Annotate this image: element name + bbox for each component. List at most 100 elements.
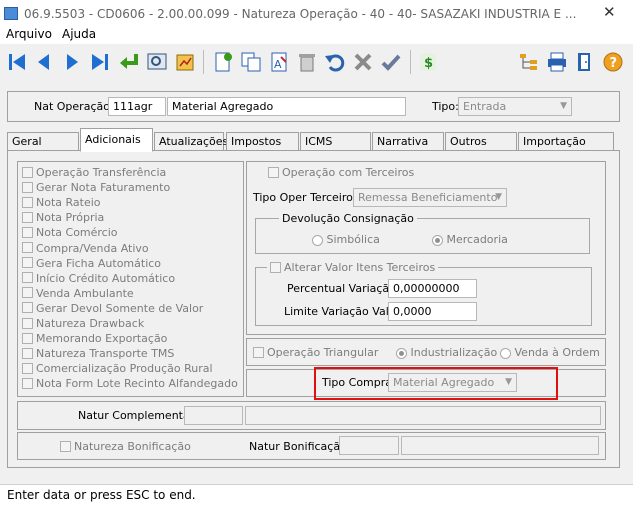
natur-complementar-desc-input[interactable]	[245, 406, 601, 425]
checkbox-box[interactable]	[22, 362, 33, 374]
natur-bonificacao-desc-input[interactable]	[401, 436, 599, 455]
exit-icon[interactable]	[573, 50, 597, 74]
menu-ajuda[interactable]: Ajuda	[62, 27, 96, 41]
option-checkbox[interactable]: Memorando Exportação	[22, 332, 167, 345]
copy-icon[interactable]	[239, 50, 263, 74]
tab-adicionais[interactable]: Adicionais	[80, 128, 153, 152]
tipo-oper-terceiros-value: Remessa Beneficiamento	[358, 191, 498, 204]
option-checkbox[interactable]: Comercialização Produção Rural	[22, 362, 213, 375]
radio-button[interactable]	[396, 347, 407, 359]
next-icon[interactable]	[60, 50, 84, 74]
option-checkbox[interactable]: Gerar Devol Somente de Valor	[22, 302, 203, 315]
option-checkbox[interactable]: Compra/Venda Ativo	[22, 242, 149, 255]
cancel-icon[interactable]	[351, 50, 375, 74]
checkbox-box[interactable]	[270, 261, 281, 273]
checkbox-box[interactable]	[22, 211, 33, 223]
undo-icon[interactable]	[323, 50, 347, 74]
report-icon[interactable]	[173, 50, 197, 74]
radio-button[interactable]	[312, 234, 323, 246]
devolucao-title: Devolução Consignação	[279, 212, 417, 225]
radio-venda-ordem[interactable]: Venda à Ordem	[500, 346, 600, 359]
option-checkbox[interactable]: Venda Ambulante	[22, 287, 134, 300]
toolbar-separator	[203, 50, 204, 74]
checkbox-box[interactable]	[22, 302, 33, 314]
option-label: Nota Form Lote Recinto Alfandegado	[36, 377, 238, 391]
checkbox-box[interactable]	[253, 346, 264, 358]
delete-icon[interactable]	[295, 50, 319, 74]
text-icon[interactable]: A	[267, 50, 291, 74]
natureza-bonificacao-checkbox[interactable]: Natureza Bonificação	[60, 440, 191, 453]
operacao-triangular-checkbox[interactable]: Operação Triangular	[253, 346, 378, 359]
option-checkbox[interactable]: Gerar Nota Faturamento	[22, 181, 170, 194]
tab-icms[interactable]: ICMS	[300, 132, 371, 150]
option-checkbox[interactable]: Nota Própria	[22, 211, 104, 224]
confirm-icon[interactable]	[379, 50, 403, 74]
checkbox-box[interactable]	[22, 317, 33, 329]
help-icon[interactable]: ?	[601, 50, 625, 74]
tipo-select[interactable]: Entrada ▼	[458, 97, 572, 116]
radio-industrializacao[interactable]: Industrialização	[396, 346, 497, 359]
radio-venda-ordem-label: Venda à Ordem	[514, 346, 600, 359]
checkbox-box[interactable]	[22, 181, 33, 193]
option-checkbox[interactable]: Natureza Transporte TMS	[22, 347, 174, 360]
checkbox-box[interactable]	[268, 166, 279, 178]
tab-geral[interactable]: Geral	[7, 132, 79, 150]
close-icon[interactable]: ✕	[603, 3, 616, 21]
option-label: Nota Comércio	[36, 226, 118, 240]
tab-atualizacoes[interactable]: Atualizações	[154, 132, 228, 150]
option-label: Memorando Exportação	[36, 332, 168, 346]
checkbox-box[interactable]	[22, 196, 33, 208]
tipo-label: Tipo:	[432, 100, 459, 113]
option-checkbox[interactable]: Início Crédito Automático	[22, 272, 175, 285]
limite-input[interactable]: 0,0000	[388, 302, 477, 321]
checkbox-box[interactable]	[22, 272, 33, 284]
checkbox-box[interactable]	[22, 347, 33, 359]
checkbox-box[interactable]	[22, 242, 33, 253]
option-checkbox[interactable]: Nota Form Lote Recinto Alfandegado	[22, 377, 238, 390]
checkbox-box[interactable]	[22, 377, 33, 389]
checkbox-box[interactable]	[22, 166, 33, 178]
option-label: Venda Ambulante	[36, 286, 134, 300]
checkbox-box[interactable]	[22, 257, 33, 269]
search-icon[interactable]	[145, 50, 169, 74]
tab-narrativa[interactable]: Narrativa	[372, 132, 444, 150]
tipo-oper-terceiros-label: Tipo Oper Terceiros:	[253, 191, 363, 204]
operacao-terceiros-checkbox[interactable]: Operação com Terceiros	[268, 166, 414, 179]
percentual-input[interactable]: 0,00000000	[388, 279, 477, 298]
checkbox-box[interactable]	[22, 287, 33, 299]
tab-impostos[interactable]: Impostos	[226, 132, 299, 150]
natur-bonificacao-code-input[interactable]	[339, 436, 399, 455]
natur-complementar-code-input[interactable]	[184, 406, 243, 425]
option-checkbox[interactable]: Gera Ficha Automático	[22, 257, 161, 270]
tab-outros[interactable]: Outros	[445, 132, 517, 150]
checkbox-box[interactable]	[22, 226, 33, 238]
option-label: Nota Rateio	[36, 196, 101, 210]
tab-importacao[interactable]: Importação	[518, 132, 614, 150]
nat-operacao-desc-input[interactable]: Material Agregado	[167, 97, 406, 116]
option-checkbox[interactable]: Nota Rateio	[22, 196, 101, 209]
tipo-oper-terceiros-select[interactable]: Remessa Beneficiamento ▼	[353, 188, 507, 207]
return-icon[interactable]	[117, 50, 141, 74]
checkbox-box[interactable]	[22, 332, 33, 344]
radio-button[interactable]	[432, 234, 443, 246]
alterar-valor-checkbox[interactable]: Alterar Valor Itens Terceiros	[267, 261, 439, 274]
tipo-compra-select[interactable]: Material Agregado ▼	[388, 373, 517, 392]
radio-button[interactable]	[500, 347, 511, 359]
prev-icon[interactable]	[32, 50, 56, 74]
print-icon[interactable]	[545, 50, 569, 74]
option-checkbox[interactable]: Natureza Drawback	[22, 317, 144, 330]
money-icon[interactable]: $	[416, 50, 440, 74]
nat-operacao-code-input[interactable]: 111agr	[108, 97, 166, 116]
first-icon[interactable]	[5, 50, 29, 74]
option-checkbox[interactable]: Nota Comércio	[22, 226, 118, 239]
radio-mercadoria[interactable]: Mercadoria	[432, 233, 508, 246]
checkbox-box[interactable]	[60, 440, 71, 452]
last-icon[interactable]	[88, 50, 112, 74]
menu-arquivo[interactable]: Arquivo	[6, 27, 52, 41]
tree-icon[interactable]	[517, 50, 541, 74]
option-label: Compra/Venda Ativo	[36, 241, 149, 255]
new-icon[interactable]	[211, 50, 235, 74]
radio-simbolica[interactable]: Simbólica	[312, 233, 380, 246]
option-checkbox[interactable]: Operação Transferência	[22, 166, 166, 179]
radio-mercadoria-label: Mercadoria	[446, 233, 508, 246]
